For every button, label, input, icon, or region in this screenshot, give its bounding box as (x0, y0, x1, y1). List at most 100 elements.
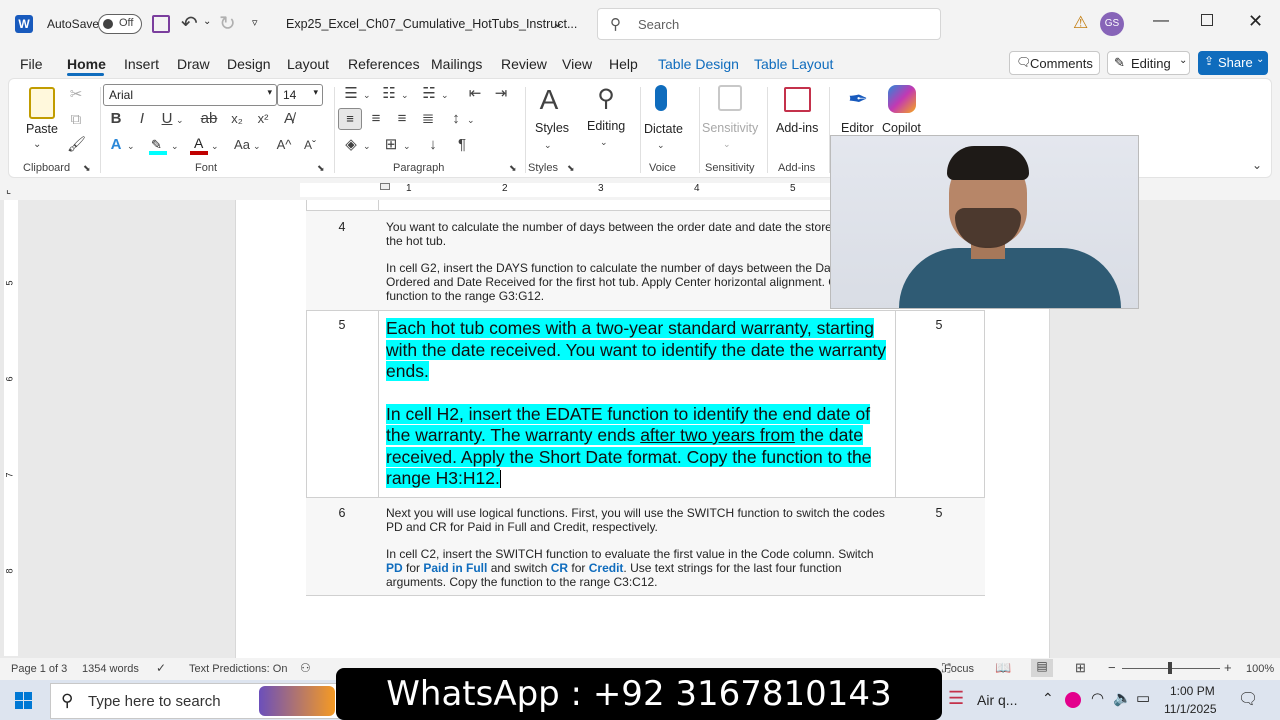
sort-icon[interactable]: ↓ (423, 135, 443, 155)
addins-icon[interactable] (784, 87, 811, 112)
bullets-dropdown-icon[interactable]: ⌄ (363, 85, 371, 105)
cut-icon[interactable]: ✂ (67, 85, 85, 105)
redo-icon[interactable]: ↻ (219, 11, 236, 36)
font-color-icon[interactable]: A (190, 135, 208, 155)
text-effects-dropdown-icon[interactable]: ⌄ (127, 136, 135, 156)
tab-design[interactable]: Design (227, 56, 271, 72)
undo-icon[interactable]: ↶ (181, 11, 198, 36)
numbering-icon[interactable]: ☷ (379, 84, 399, 104)
dictate-dropdown-icon[interactable]: ⌄ (657, 135, 665, 155)
underline-dropdown-icon[interactable]: ⌄ (176, 110, 184, 130)
first-line-indent-marker[interactable] (380, 183, 390, 190)
step-instructions[interactable]: Next you will use logical functions. Fir… (386, 506, 891, 589)
step-instructions[interactable]: You want to calculate the number of days… (386, 220, 830, 303)
page-count[interactable]: Page 1 of 3 (11, 663, 67, 675)
underline-button[interactable]: U (158, 109, 176, 129)
superscript-button[interactable]: x² (253, 109, 273, 129)
bullets-icon[interactable]: ☰ (341, 84, 361, 104)
font-launcher-icon[interactable]: ⬊ (317, 162, 325, 174)
paste-icon[interactable] (29, 87, 55, 119)
selected-step-text[interactable]: Each hot tub comes with a two-year stand… (386, 318, 891, 490)
undo-dropdown-icon[interactable]: ⌄ (203, 16, 211, 27)
styles-button[interactable]: Styles (535, 121, 569, 135)
shading-icon[interactable]: ◈ (341, 135, 361, 155)
multilevel-list-icon[interactable]: ☵ (419, 84, 439, 104)
tab-layout[interactable]: Layout (287, 56, 329, 72)
avatar[interactable]: GS (1100, 12, 1124, 36)
align-center-icon[interactable]: ≡ (366, 109, 386, 129)
dictate-button[interactable]: Dictate (644, 122, 683, 136)
change-case-icon[interactable]: Aa (231, 135, 253, 155)
text-predictions[interactable]: Text Predictions: On (189, 663, 287, 675)
zoom-in-icon[interactable]: + (1224, 660, 1232, 675)
wifi-icon[interactable]: ◠ (1091, 689, 1104, 707)
recording-icon[interactable] (1065, 692, 1081, 708)
search-input[interactable]: Search (638, 17, 679, 32)
copy-icon[interactable]: ⧉ (67, 110, 85, 130)
paste-dropdown-icon[interactable]: ⌄ (33, 135, 41, 155)
accessibility-icon[interactable]: ⚇ (300, 661, 311, 675)
microphone-icon[interactable] (655, 85, 667, 111)
zoom-level[interactable]: 100% (1246, 663, 1274, 675)
show-hidden-icons-icon[interactable]: ⌃ (1042, 690, 1054, 707)
taskbar-search[interactable]: ⚲ Type here to search (50, 683, 340, 719)
italic-button[interactable]: I (133, 109, 151, 129)
line-spacing-dropdown-icon[interactable]: ⌄ (467, 110, 475, 130)
air-quality-label[interactable]: Air q... (977, 692, 1017, 708)
shading-dropdown-icon[interactable]: ⌄ (363, 136, 371, 156)
air-quality-icon[interactable]: ☰ (948, 688, 964, 709)
web-layout-icon[interactable]: ⊞ (1075, 660, 1086, 676)
windows-start-icon[interactable] (15, 692, 32, 709)
horizontal-ruler[interactable]: 1 2 3 4 5 (300, 183, 840, 197)
warning-icon[interactable]: ⚠ (1073, 13, 1088, 33)
font-size-select[interactable]: 14 ▾ (277, 84, 323, 106)
paragraph-launcher-icon[interactable]: ⬊ (509, 162, 517, 174)
tab-home[interactable]: Home (67, 56, 106, 72)
editing-button[interactable]: Editing (587, 119, 625, 133)
save-icon[interactable] (152, 15, 170, 33)
decrease-indent-icon[interactable]: ⇤ (465, 84, 485, 104)
align-left-button[interactable]: ≡ (338, 108, 362, 130)
vertical-ruler[interactable]: 5 6 7 8 (4, 200, 18, 656)
tab-selector-icon[interactable]: ⌞ (6, 183, 11, 196)
tab-mailings[interactable]: Mailings (431, 56, 482, 72)
word-count[interactable]: 1354 words (82, 663, 139, 675)
highlight-color-icon[interactable]: ✎ (149, 137, 167, 155)
battery-icon[interactable]: ▭ (1136, 689, 1150, 707)
tab-review[interactable]: Review (501, 56, 547, 72)
comments-button[interactable]: 🗨 Comments (1009, 51, 1100, 75)
editor-pen-icon[interactable]: ✒ (843, 85, 873, 115)
borders-dropdown-icon[interactable]: ⌄ (403, 136, 411, 156)
zoom-slider-thumb[interactable] (1168, 662, 1172, 674)
styles-icon[interactable]: A (534, 85, 564, 115)
show-formatting-icon[interactable]: ¶ (452, 135, 472, 155)
align-right-icon[interactable]: ≡ (392, 109, 412, 129)
clear-formatting-icon[interactable]: A̸ (280, 109, 298, 129)
customize-qat-icon[interactable]: ▿ (252, 16, 258, 29)
focus-button[interactable]: Focus (944, 663, 974, 675)
autosave-toggle[interactable]: Off (98, 14, 142, 34)
proofing-icon[interactable]: ✓ (156, 661, 166, 675)
clock-time[interactable]: 1:00 PM (1170, 684, 1215, 698)
paste-button[interactable]: Paste (26, 122, 58, 136)
title-chevron-icon[interactable]: ⌄ (552, 14, 564, 31)
strikethrough-button[interactable]: ab (198, 109, 220, 129)
line-spacing-icon[interactable]: ↕ (446, 109, 466, 129)
change-case-dropdown-icon[interactable]: ⌄ (253, 136, 261, 156)
minimize-icon[interactable]: — (1153, 12, 1169, 30)
notification-icon[interactable]: 🗨 (1238, 689, 1258, 709)
zoom-out-icon[interactable]: − (1108, 660, 1116, 675)
volume-icon[interactable]: 🔈 (1113, 689, 1132, 707)
bold-button[interactable]: B (107, 109, 125, 129)
magnifier-icon[interactable]: ⚲ (591, 85, 621, 113)
clock-date[interactable]: 11/1/2025 (1164, 702, 1217, 716)
text-effects-icon[interactable]: A (107, 135, 125, 155)
editing-dropdown-icon[interactable]: ⌄ (600, 132, 608, 152)
taskbar-search-input[interactable]: Type here to search (88, 693, 221, 710)
copilot-icon[interactable] (888, 85, 916, 113)
tab-draw[interactable]: Draw (177, 56, 210, 72)
close-icon[interactable]: ✕ (1248, 11, 1263, 32)
tab-view[interactable]: View (562, 56, 592, 72)
share-button[interactable]: ⇪ Share ⌄ (1198, 51, 1268, 75)
font-name-select[interactable]: Arial ▾ (103, 84, 277, 106)
